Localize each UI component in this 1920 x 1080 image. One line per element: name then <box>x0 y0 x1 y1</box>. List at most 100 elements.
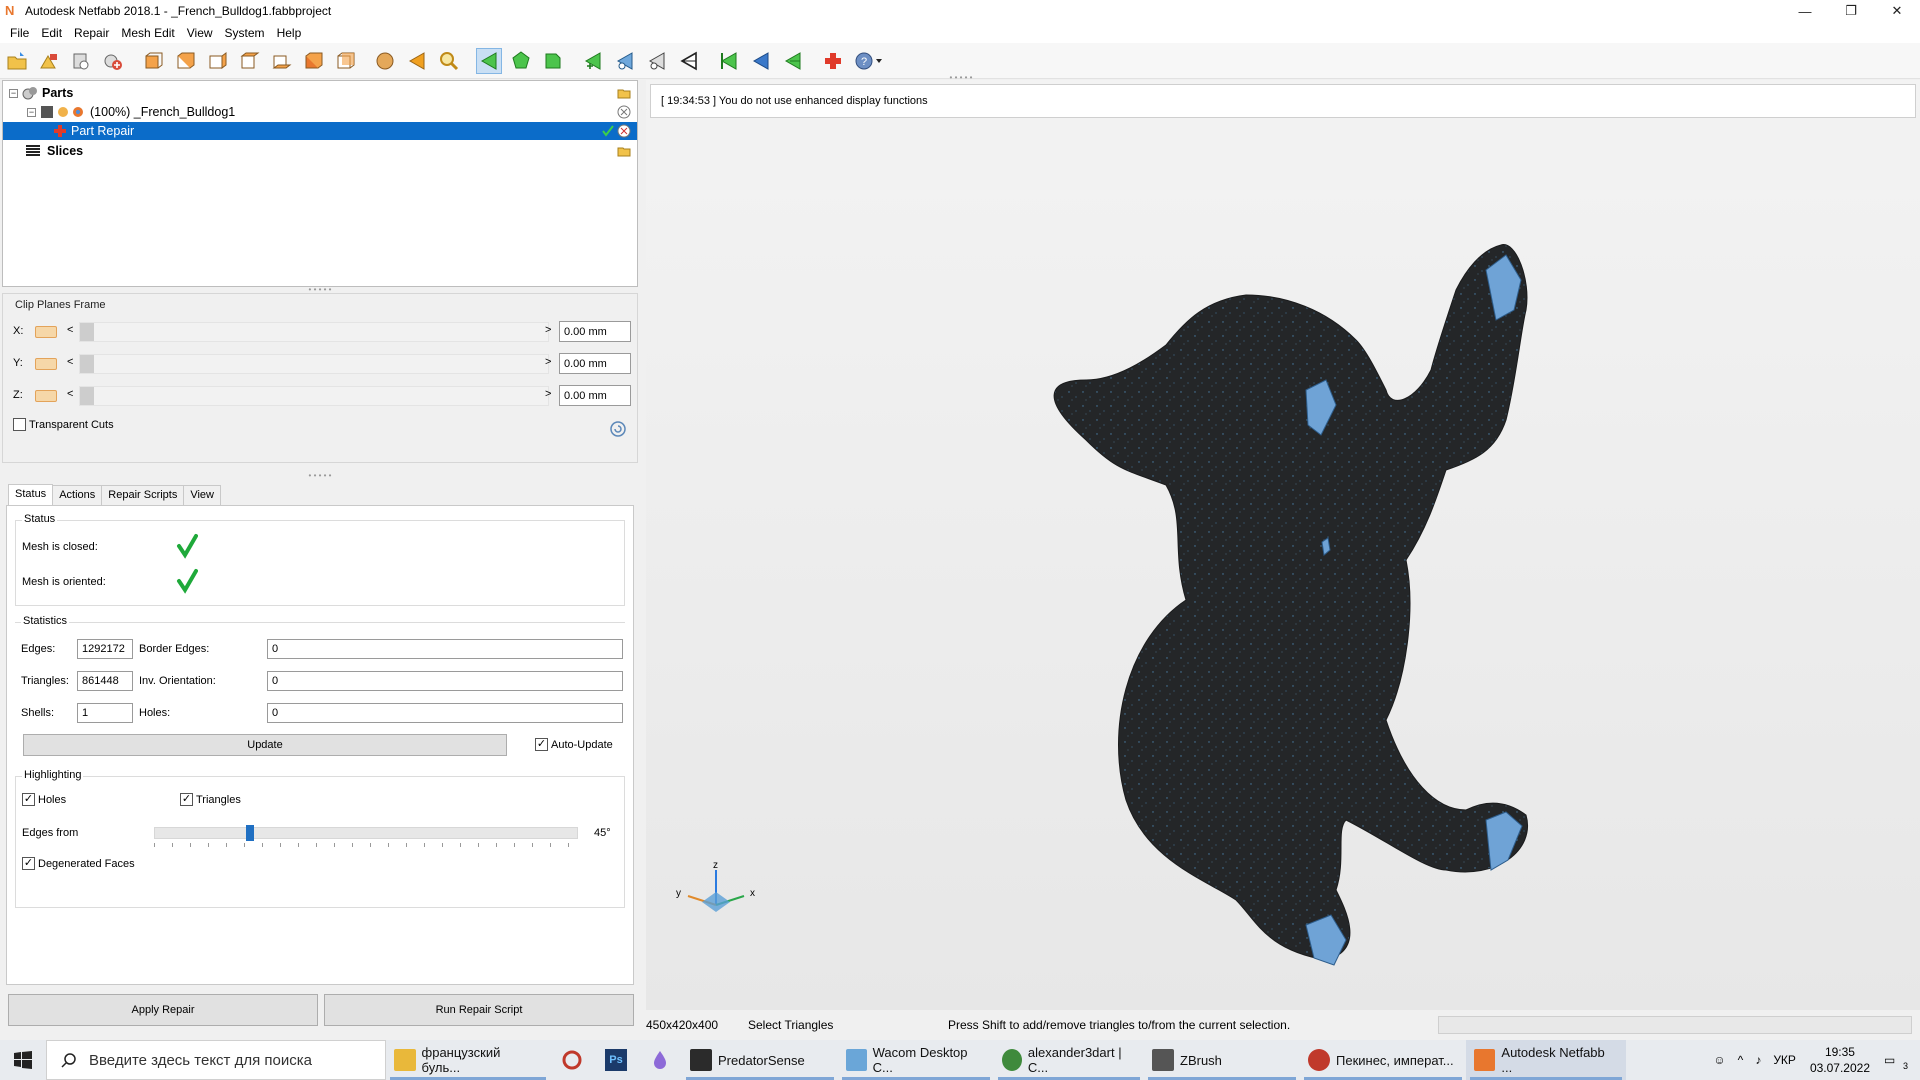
menu-system[interactable]: System <box>219 26 271 40</box>
clip-decrease-button[interactable]: < <box>67 324 73 336</box>
taskbar-item-folder[interactable]: французский буль... <box>386 1040 550 1080</box>
border-edges-value[interactable]: 0 <box>267 639 623 659</box>
cut-edge-icon[interactable] <box>676 48 702 74</box>
tab-status[interactable]: Status <box>8 484 54 505</box>
clip-color-swatch[interactable] <box>35 390 57 402</box>
repair-plus-icon[interactable] <box>820 48 846 74</box>
clip-slider[interactable] <box>79 322 549 342</box>
chevron-up-icon[interactable]: ^ <box>1738 1053 1744 1067</box>
update-button[interactable]: Update <box>23 734 507 756</box>
add-shape-icon[interactable] <box>100 48 126 74</box>
shells-value[interactable]: 1 <box>77 703 133 723</box>
clip-slider[interactable] <box>79 354 549 374</box>
clip-increase-button[interactable]: > <box>545 388 551 400</box>
add-triangle-icon[interactable] <box>580 48 606 74</box>
language-indicator[interactable]: УКР <box>1773 1053 1796 1067</box>
select-edge-icon[interactable] <box>644 48 670 74</box>
triangles-value[interactable]: 861448 <box>77 671 133 691</box>
select-triangles-icon[interactable] <box>476 47 502 74</box>
folder-icon[interactable] <box>617 86 631 100</box>
start-button[interactable] <box>0 1040 46 1080</box>
view-right-icon[interactable] <box>236 48 262 74</box>
menu-help[interactable]: Help <box>271 26 308 40</box>
triangles-checkbox[interactable]: ✓ Triangles <box>180 793 241 806</box>
clock[interactable]: 19:35 03.07.2022 <box>1810 1044 1870 1076</box>
sphere-icon[interactable] <box>372 48 398 74</box>
degenerated-faces-checkbox[interactable]: ✓ Degenerated Faces <box>22 857 135 870</box>
minimize-button[interactable]: — <box>1782 0 1828 22</box>
clip-color-swatch[interactable] <box>35 326 57 338</box>
edges-angle-slider[interactable] <box>154 825 578 841</box>
volume-icon[interactable]: ♪ <box>1755 1053 1761 1067</box>
taskbar-item-chrome-1[interactable]: alexander3dart | C... <box>994 1040 1144 1080</box>
remove-triangle-icon[interactable] <box>612 48 638 74</box>
taskbar-photoshop[interactable]: Ps <box>594 1040 638 1080</box>
clip-decrease-button[interactable]: < <box>67 356 73 368</box>
open-project-icon[interactable] <box>4 48 30 74</box>
checkbox-box[interactable]: ✓ <box>22 857 35 870</box>
checkbox-box[interactable]: ✓ <box>180 793 193 806</box>
checkbox-box[interactable] <box>13 418 26 431</box>
restore-button[interactable]: ❐ <box>1828 0 1874 22</box>
cancel-repair-icon[interactable] <box>617 124 631 138</box>
view-iso-icon[interactable] <box>332 48 358 74</box>
checkbox-box[interactable]: ✓ <box>22 793 35 806</box>
export-part-icon[interactable] <box>68 48 94 74</box>
help-dropdown-icon[interactable]: ? <box>852 48 886 74</box>
view-back-icon[interactable] <box>172 48 198 74</box>
taskbar-app-icon[interactable] <box>550 1040 594 1080</box>
menu-view[interactable]: View <box>181 26 219 40</box>
taskbar-item-predator[interactable]: PredatorSense <box>682 1040 838 1080</box>
inv-orientation-value[interactable]: 0 <box>267 671 623 691</box>
tree-row-parts[interactable]: − Parts <box>3 84 637 102</box>
3d-viewport[interactable]: • • • • • [ 19:34:53 ] You do not use en… <box>646 74 1920 1010</box>
clip-value-input[interactable] <box>559 385 631 406</box>
taskbar-app-drop[interactable] <box>638 1040 682 1080</box>
prev-green-alt-icon[interactable] <box>780 48 806 74</box>
clip-slider-thumb[interactable] <box>80 323 94 341</box>
clip-value-input[interactable] <box>559 353 631 374</box>
view-left-icon[interactable] <box>204 48 230 74</box>
tab-view[interactable]: View <box>183 485 221 506</box>
auto-update-checkbox[interactable]: ✓ Auto-Update <box>535 738 613 751</box>
view-top-icon[interactable] <box>268 48 294 74</box>
view-bottom-icon[interactable] <box>300 48 326 74</box>
color-icon[interactable] <box>72 106 84 118</box>
close-button[interactable]: ✕ <box>1874 0 1920 22</box>
prev-green-icon[interactable] <box>716 48 742 74</box>
bulldog-mesh-model[interactable] <box>646 80 1920 1010</box>
clip-slider-thumb[interactable] <box>80 355 94 373</box>
taskbar-item-chrome-2[interactable]: Пекинес, императ... <box>1300 1040 1466 1080</box>
taskbar-item-netfabb[interactable]: Autodesk Netfabb ... <box>1466 1040 1626 1080</box>
menu-file[interactable]: File <box>4 26 35 40</box>
edges-value[interactable]: 1292172 <box>77 639 133 659</box>
people-icon[interactable]: ☺ <box>1713 1053 1725 1067</box>
splitter-handle[interactable]: • • • • • <box>305 472 335 480</box>
holes-value[interactable]: 0 <box>267 703 623 723</box>
clip-decrease-button[interactable]: < <box>67 388 73 400</box>
run-repair-script-button[interactable]: Run Repair Script <box>324 994 634 1026</box>
apply-repair-button[interactable]: Apply Repair <box>8 994 318 1026</box>
checkmark-icon[interactable] <box>601 124 615 138</box>
taskbar-item-wacom[interactable]: Wacom Desktop C... <box>838 1040 994 1080</box>
transparent-cuts-checkbox[interactable]: Transparent Cuts <box>13 418 114 431</box>
tree-row-part-repair[interactable]: Part Repair <box>3 122 637 140</box>
add-part-icon[interactable] <box>36 48 62 74</box>
edges-angle-thumb[interactable] <box>246 825 254 841</box>
splitter-handle[interactable]: • • • • • <box>305 286 335 294</box>
view-front-icon[interactable] <box>140 48 166 74</box>
clip-slider-thumb[interactable] <box>80 387 94 405</box>
zoom-icon[interactable] <box>436 48 462 74</box>
taskbar-item-zbrush[interactable]: ZBrush <box>1144 1040 1300 1080</box>
select-shell-icon[interactable] <box>540 48 566 74</box>
menu-edit[interactable]: Edit <box>35 26 68 40</box>
holes-checkbox[interactable]: ✓ Holes <box>22 793 66 806</box>
menu-mesh-edit[interactable]: Mesh Edit <box>115 26 180 40</box>
tree-row-part[interactable]: − (100%) _French_Bulldog1 <box>3 103 637 121</box>
notifications-icon[interactable]: ▭ 3 <box>1884 1053 1914 1071</box>
clip-increase-button[interactable]: > <box>545 324 551 336</box>
visibility-icon[interactable] <box>57 106 69 118</box>
checkbox-box[interactable]: ✓ <box>535 738 548 751</box>
tree-row-slices[interactable]: Slices <box>3 142 637 160</box>
reset-icon[interactable] <box>609 420 627 438</box>
